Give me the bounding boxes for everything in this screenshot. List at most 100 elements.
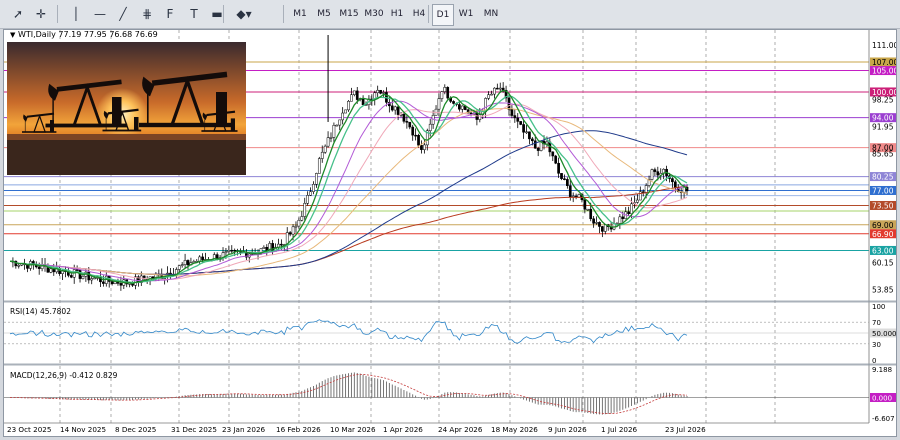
candle-body: [636, 199, 639, 203]
macd-axis-label: 9.188: [872, 366, 892, 374]
timeframe-m30-button[interactable]: M30: [363, 4, 385, 24]
channel-tool-icon: ⋕: [141, 7, 153, 21]
chart-title: ▼ WTI,Daily 77.19 77.95 76.68 76.69: [10, 30, 158, 39]
timeframe-m5-button[interactable]: M5: [314, 4, 334, 24]
candle-body: [592, 218, 595, 224]
candle-body: [536, 147, 540, 151]
candle-body: [563, 178, 566, 180]
toolbar-separator: [57, 5, 58, 23]
trendline-tool-button[interactable]: ╱: [113, 4, 133, 24]
rectangle-tool-button[interactable]: ▬: [207, 4, 227, 24]
timeframe-m1-button[interactable]: M1: [290, 4, 310, 24]
candle-body: [437, 98, 441, 110]
candle-body: [180, 264, 184, 266]
candle-body: [396, 106, 400, 115]
timeframe-mn-button[interactable]: MN: [480, 4, 502, 24]
candle-body: [280, 243, 283, 246]
toolbar: ➚ ✛ │ — ╱ ⋕ F T ▬ ◆▾ M1 M5 M15 M30 H1 H4 D1 W1 MN: [0, 0, 900, 29]
candle-body: [603, 224, 607, 232]
candle-body: [183, 260, 187, 265]
fibonacci-tool-button[interactable]: F: [160, 4, 180, 24]
candle-body: [498, 87, 502, 90]
channel-tool-button[interactable]: ⋕: [137, 4, 157, 24]
text-tool-icon: T: [190, 7, 198, 21]
price-label: 77.00: [872, 186, 894, 195]
vertical-line-tool-button[interactable]: │: [66, 4, 86, 24]
candle-body: [338, 119, 342, 126]
candle-body: [294, 225, 298, 228]
candle-body: [201, 256, 204, 261]
candle-body: [554, 155, 558, 164]
candle-body: [312, 184, 315, 192]
timeframe-m15-button[interactable]: M15: [338, 4, 360, 24]
candle-body: [516, 117, 520, 122]
candle-body: [405, 121, 409, 123]
rectangle-tool-icon: ▬: [211, 7, 223, 21]
candle-body: [490, 93, 493, 96]
candle-body: [583, 199, 587, 210]
toolbar-separator: [283, 5, 284, 23]
rsi-line: [9, 319, 688, 344]
text-tool-button[interactable]: T: [184, 4, 204, 24]
candle-body: [69, 275, 73, 278]
macd-title: MACD(12,26,9) -0.412 0.829: [10, 371, 118, 380]
candle-body: [568, 185, 572, 198]
macd-axis-label: -6.607: [872, 415, 895, 423]
timeframe-h1-button[interactable]: H1: [388, 4, 406, 24]
price-label: 91.95: [872, 122, 894, 131]
candle-body: [493, 87, 496, 95]
candle-body: [420, 145, 423, 150]
fibonacci-tool-icon: F: [166, 7, 174, 21]
rsi-axis-label: 0: [872, 357, 876, 365]
crosshair-tool-button[interactable]: ✛: [31, 4, 51, 24]
candle-body: [653, 169, 657, 172]
candle-body: [478, 114, 482, 120]
candle-body: [315, 173, 318, 185]
crosshair-tool-icon: ✛: [35, 7, 47, 21]
shapes-tool-icon: ◆▾: [236, 7, 252, 21]
trendline-tool-icon: ╱: [119, 7, 127, 21]
candle-body: [186, 260, 190, 266]
candle-body: [297, 219, 301, 227]
candle-body: [110, 281, 114, 285]
rsi-axis-label: 50.0000: [872, 330, 896, 338]
candle-body: [671, 178, 674, 183]
price-label: 66.90: [872, 230, 894, 239]
candle-body: [262, 247, 266, 249]
toolbar-separator: [428, 5, 429, 23]
candle-body: [598, 222, 601, 227]
timeframe-d1-button[interactable]: D1: [432, 4, 454, 26]
price-chart[interactable]: 111.00107.00105.00100.0098.2594.0091.958…: [4, 30, 900, 436]
candle-body: [411, 126, 415, 136]
candle-body: [320, 151, 324, 159]
candle-body: [428, 123, 432, 131]
candle-body: [230, 249, 234, 252]
date-label: 18 May 2026: [491, 425, 538, 434]
candle-body: [443, 87, 447, 92]
rsi-title: RSI(14) 45.7802: [10, 307, 71, 316]
candle-body: [271, 243, 274, 252]
chart-title-text: WTI,Daily 77.19 77.95 76.68 76.69: [17, 30, 158, 39]
candle-body: [75, 269, 79, 271]
timeframe-w1-button[interactable]: W1: [456, 4, 476, 24]
candle-body: [352, 90, 356, 95]
horizontal-line-tool-button[interactable]: —: [90, 4, 110, 24]
candle-body: [119, 283, 123, 286]
chart-menu-icon[interactable]: ▼: [10, 31, 15, 39]
candle-body: [560, 173, 563, 179]
cursor-tool-button[interactable]: ➚: [8, 4, 28, 24]
candle-body: [528, 131, 531, 140]
chart-window[interactable]: 111.00 107.00 105.00 100.00 98.25 94.00 91.95 8…: [3, 29, 900, 437]
price-label: 63.00: [872, 246, 894, 255]
candle-body: [102, 281, 105, 284]
candle-body: [192, 261, 196, 263]
date-label: 23 Jul 2026: [665, 425, 706, 434]
shapes-tool-button[interactable]: ◆▾: [234, 4, 254, 24]
candle-body: [519, 121, 523, 125]
timeframe-h4-button[interactable]: H4: [410, 4, 428, 24]
rsi-axis-label: 30: [872, 341, 881, 349]
candle-body: [589, 208, 593, 220]
candle-body: [326, 137, 330, 147]
candle-body: [414, 134, 417, 137]
candle-body: [49, 268, 53, 273]
